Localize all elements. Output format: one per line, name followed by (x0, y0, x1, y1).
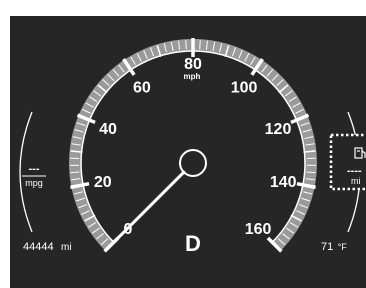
speed-label-100: 100 (231, 80, 258, 97)
temperature-value: 71 (321, 241, 333, 253)
gear-indicator: D (185, 231, 201, 256)
outside-temperature: 71 °F (321, 237, 347, 254)
needle-hub (179, 149, 207, 177)
range-unit: mi (351, 176, 361, 186)
speed-label-60: 60 (133, 80, 151, 97)
speed-label-120: 120 (265, 121, 292, 138)
odometer-unit: mi (61, 242, 72, 253)
speed-label-80: 80 (184, 56, 202, 73)
minor-tick (70, 171, 80, 174)
range-panel (329, 133, 366, 191)
temperature-unit: °F (338, 242, 348, 252)
odometer-value: 44444 (23, 241, 54, 253)
speed-label-160: 160 (245, 221, 272, 238)
minor-tick (306, 171, 316, 174)
fuel-economy-unit: mpg (25, 178, 43, 188)
speed-label-40: 40 (99, 121, 117, 138)
speedometer-needle (106, 170, 186, 250)
speed-label-20: 20 (94, 174, 112, 191)
speed-unit-label: mph (184, 72, 201, 81)
odometer: 44444 mi (23, 237, 72, 254)
speed-labels: 020406080100120140160 (94, 56, 297, 238)
speed-label-140: 140 (270, 174, 297, 191)
minor-tick (199, 40, 201, 50)
fuel-economy-value: --- (29, 163, 40, 175)
speedometer-gauge: 020406080100120140160 mph D --- mpg 4444… (19, 38, 366, 256)
minor-tick (185, 40, 187, 50)
